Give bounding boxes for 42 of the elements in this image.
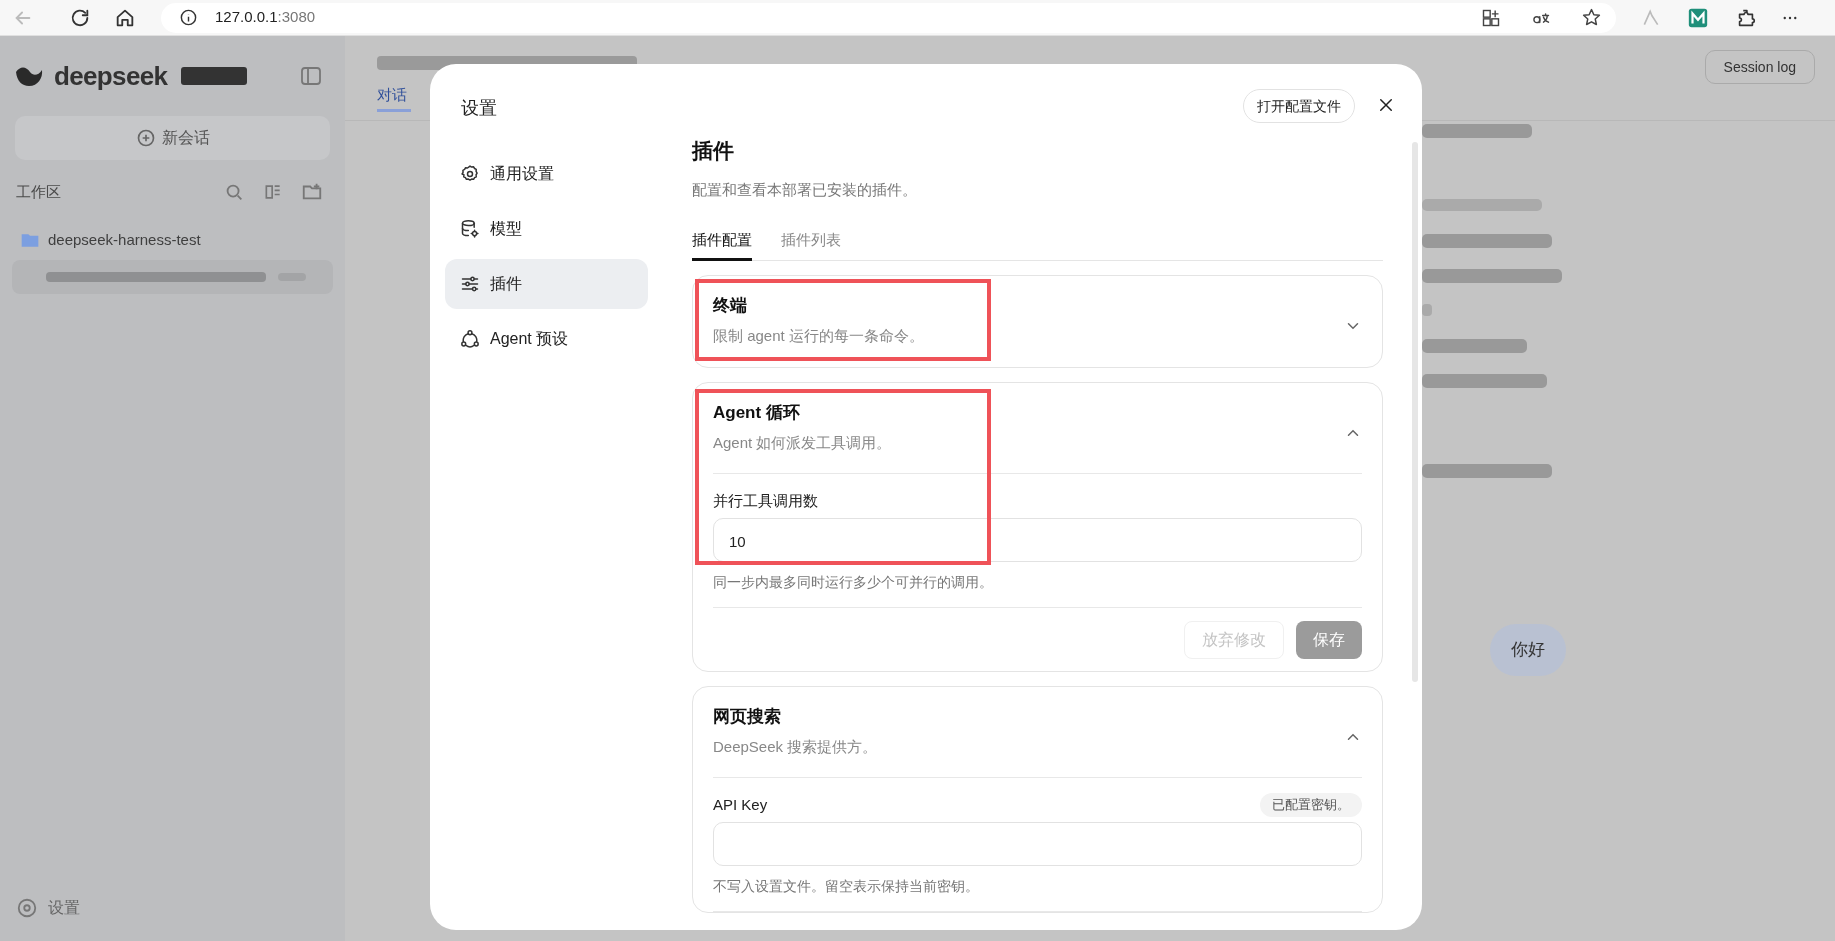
info-icon[interactable] xyxy=(179,8,198,27)
input-field[interactable]: 10 xyxy=(713,518,1362,562)
plus-circle-icon xyxy=(135,128,156,148)
apps-icon[interactable] xyxy=(1481,7,1501,28)
dialog-title: 设置 xyxy=(460,97,498,120)
tab[interactable]: 插件配置 xyxy=(692,222,752,261)
address-bar[interactable]: 127.0.0.1:3080 xyxy=(161,2,1616,33)
nodes-icon xyxy=(460,329,480,349)
input-field[interactable] xyxy=(713,822,1362,866)
close-icon[interactable] xyxy=(1377,96,1395,114)
section-label: 工作区 xyxy=(16,181,61,202)
message-bubble: 你好 xyxy=(1490,624,1566,676)
field-label: 并行工具调用数 xyxy=(713,490,818,511)
database-icon xyxy=(460,219,480,239)
address-text: 127.0.0.1:3080 xyxy=(215,7,316,28)
status-badge: 已配置密钥。 xyxy=(1260,793,1362,817)
tab[interactable]: 插件列表 xyxy=(781,222,841,261)
field-hint: 同一步内最多同时运行多少个可并行的调用。 xyxy=(713,573,994,592)
section-heading: 插件 xyxy=(692,138,735,164)
plugin-title: Agent 循环 xyxy=(713,402,801,424)
plugin-description: Agent 如何派发工具调用。 xyxy=(713,432,893,453)
field-label: API Key xyxy=(713,794,768,815)
sidebar-toggle-icon[interactable] xyxy=(299,64,323,88)
sliders-icon xyxy=(460,274,480,294)
scrollbar[interactable] xyxy=(1412,142,1418,682)
plugin-title: 终端 xyxy=(713,295,748,317)
plugin-description: 限制 agent 运行的每一条命令。 xyxy=(713,325,925,346)
new-chat-button[interactable]: 新会话 xyxy=(15,116,330,160)
open-config-button[interactable]: 打开配置文件 xyxy=(1243,89,1355,123)
field-hint: 不写入设置文件。留空表示保持当前密钥。 xyxy=(713,877,980,896)
extension-icon[interactable] xyxy=(1687,6,1709,29)
version-badge xyxy=(181,67,248,85)
session-log-button[interactable]: Session log xyxy=(1704,50,1815,84)
plugin-description: DeepSeek 搜索提供方。 xyxy=(713,736,879,757)
section-description: 配置和查看本部署已安装的插件。 xyxy=(692,179,918,200)
plugin-title: 网页搜索 xyxy=(713,706,782,728)
chat-tab[interactable]: 对话 xyxy=(377,84,411,112)
star-icon[interactable] xyxy=(1581,7,1602,28)
brand-name: deepseek xyxy=(54,59,168,93)
folder-name[interactable]: deepseek-harness-test xyxy=(48,228,201,252)
gear-icon xyxy=(460,164,480,184)
nav-item[interactable]: 插件 xyxy=(445,259,648,309)
